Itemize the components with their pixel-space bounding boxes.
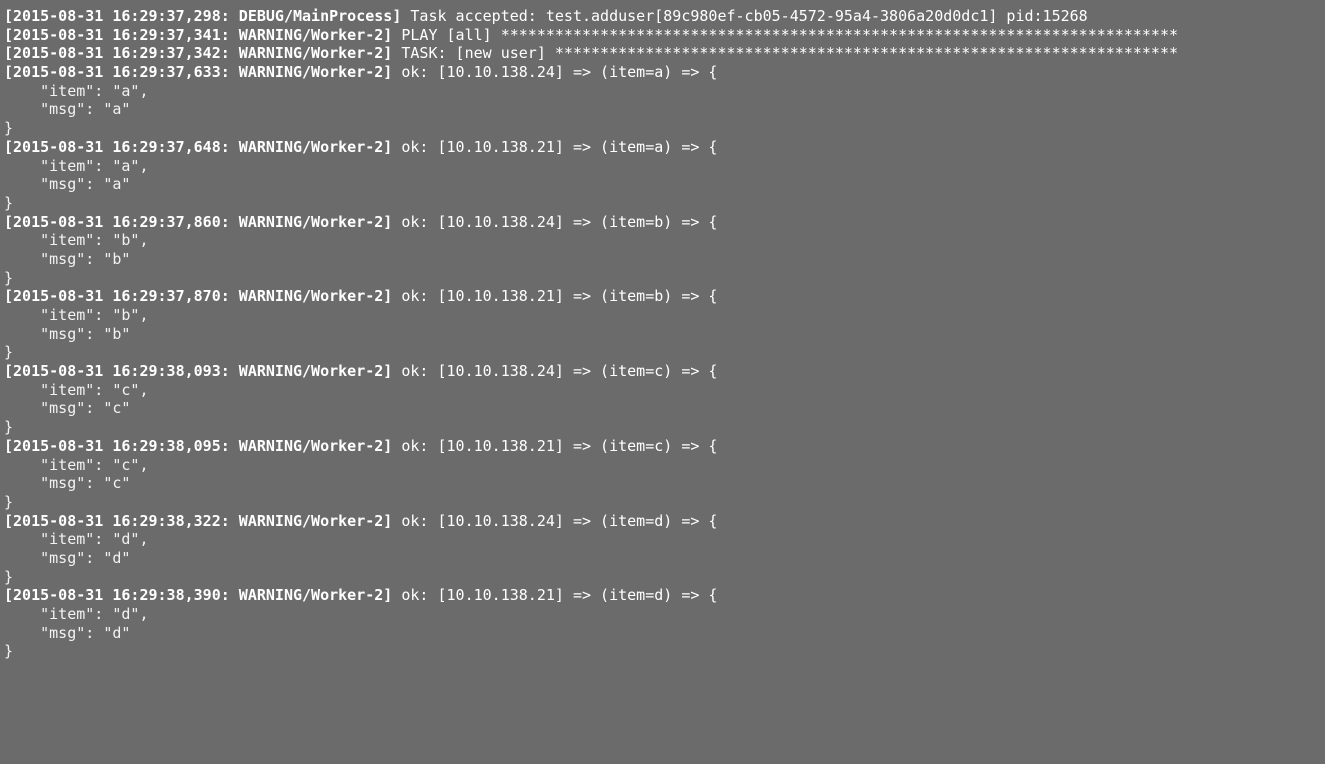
log-severity: WARNING/Worker-2] bbox=[229, 511, 393, 530]
log-message: ok: [10.10.138.21] => (item=b) => { bbox=[392, 287, 718, 306]
log-body-line: } bbox=[4, 492, 14, 511]
log-message: ok: [10.10.138.24] => (item=a) => { bbox=[392, 63, 718, 82]
log-entry: [2015-08-31 16:29:37,298: DEBUG/MainProc… bbox=[4, 7, 1325, 26]
log-body-line: "msg": "a" bbox=[4, 175, 131, 194]
log-body-line: "msg": "b" bbox=[4, 249, 131, 268]
log-body-line: "msg": "c" bbox=[4, 474, 131, 493]
log-severity: WARNING/Worker-2] bbox=[229, 212, 393, 231]
log-body-line: } bbox=[4, 642, 14, 661]
log-timestamp: [2015-08-31 16:29:37,342: bbox=[4, 44, 230, 63]
log-body-line: "item": "b", bbox=[4, 231, 149, 250]
log-body-line: "item": "c", bbox=[4, 380, 149, 399]
log-body-line: "msg": "a" bbox=[4, 100, 131, 119]
log-body-line: "msg": "c" bbox=[4, 399, 131, 418]
log-body-line: "item": "a", bbox=[4, 156, 149, 175]
log-body-line: "msg": "b" bbox=[4, 324, 131, 343]
log-body-line: "item": "a", bbox=[4, 81, 149, 100]
log-message: ok: [10.10.138.21] => (item=a) => { bbox=[392, 137, 718, 156]
log-severity: WARNING/Worker-2] bbox=[229, 44, 393, 63]
log-entry: [2015-08-31 16:29:37,633: WARNING/Worker… bbox=[4, 63, 1325, 82]
log-message: ok: [10.10.138.21] => (item=d) => { bbox=[392, 586, 718, 605]
log-severity: WARNING/Worker-2] bbox=[229, 586, 393, 605]
log-entry: [2015-08-31 16:29:37,648: WARNING/Worker… bbox=[4, 138, 1325, 157]
log-timestamp: [2015-08-31 16:29:37,870: bbox=[4, 287, 230, 306]
log-severity: WARNING/Worker-2] bbox=[229, 287, 393, 306]
log-body-line: "msg": "d" bbox=[4, 623, 131, 642]
log-entry: [2015-08-31 16:29:37,870: WARNING/Worker… bbox=[4, 287, 1325, 306]
log-entry: [2015-08-31 16:29:38,390: WARNING/Worker… bbox=[4, 586, 1325, 605]
log-timestamp: [2015-08-31 16:29:38,322: bbox=[4, 511, 230, 530]
log-entry: [2015-08-31 16:29:38,095: WARNING/Worker… bbox=[4, 437, 1325, 456]
log-entry: [2015-08-31 16:29:37,860: WARNING/Worker… bbox=[4, 213, 1325, 232]
log-body-line: "item": "b", bbox=[4, 306, 149, 324]
log-message: ok: [10.10.138.24] => (item=d) => { bbox=[392, 511, 718, 530]
log-timestamp: [2015-08-31 16:29:37,341: bbox=[4, 25, 230, 44]
log-message: PLAY [all] *****************************… bbox=[392, 25, 1179, 44]
log-body-line: } bbox=[4, 268, 14, 287]
log-entry: [2015-08-31 16:29:38,322: WARNING/Worker… bbox=[4, 512, 1325, 531]
log-timestamp: [2015-08-31 16:29:38,095: bbox=[4, 436, 230, 455]
log-message: ok: [10.10.138.24] => (item=b) => { bbox=[392, 212, 718, 231]
log-lines: [2015-08-31 16:29:37,298: DEBUG/MainProc… bbox=[4, 7, 1325, 661]
log-timestamp: [2015-08-31 16:29:37,860: bbox=[4, 212, 230, 231]
log-timestamp: [2015-08-31 16:29:37,633: bbox=[4, 63, 230, 82]
log-body-line: "item": "d", bbox=[4, 530, 149, 549]
log-message: ok: [10.10.138.21] => (item=c) => { bbox=[392, 436, 718, 455]
log-message: ok: [10.10.138.24] => (item=c) => { bbox=[392, 362, 718, 381]
log-body-line: } bbox=[4, 343, 14, 362]
log-severity: WARNING/Worker-2] bbox=[229, 63, 393, 82]
log-body-line: } bbox=[4, 567, 14, 586]
log-body-line: "msg": "d" bbox=[4, 548, 131, 567]
log-severity: WARNING/Worker-2] bbox=[229, 137, 393, 156]
log-body-line: } bbox=[4, 418, 14, 437]
log-message: Task accepted: test.adduser[89c980ef-cb0… bbox=[401, 7, 1088, 25]
log-severity: WARNING/Worker-2] bbox=[229, 25, 393, 44]
log-timestamp: [2015-08-31 16:29:38,093: bbox=[4, 362, 230, 381]
log-body-line: } bbox=[4, 119, 14, 138]
log-message: TASK: [new user] ***********************… bbox=[392, 44, 1179, 63]
log-body-line: "item": "c", bbox=[4, 455, 149, 474]
log-body-line: "item": "d", bbox=[4, 605, 149, 623]
terminal-output[interactable]: [2015-08-31 16:29:37,298: DEBUG/MainProc… bbox=[0, 0, 1325, 764]
log-entry: [2015-08-31 16:29:37,341: WARNING/Worker… bbox=[4, 26, 1325, 45]
log-entry: [2015-08-31 16:29:37,342: WARNING/Worker… bbox=[4, 44, 1325, 63]
log-timestamp: [2015-08-31 16:29:37,648: bbox=[4, 137, 230, 156]
log-body-line: } bbox=[4, 193, 14, 212]
log-entry: [2015-08-31 16:29:38,093: WARNING/Worker… bbox=[4, 362, 1325, 381]
log-timestamp: [2015-08-31 16:29:37,298: bbox=[4, 7, 230, 25]
log-severity: DEBUG/MainProcess] bbox=[229, 7, 402, 25]
log-timestamp: [2015-08-31 16:29:38,390: bbox=[4, 586, 230, 605]
log-severity: WARNING/Worker-2] bbox=[229, 436, 393, 455]
log-severity: WARNING/Worker-2] bbox=[229, 362, 393, 381]
